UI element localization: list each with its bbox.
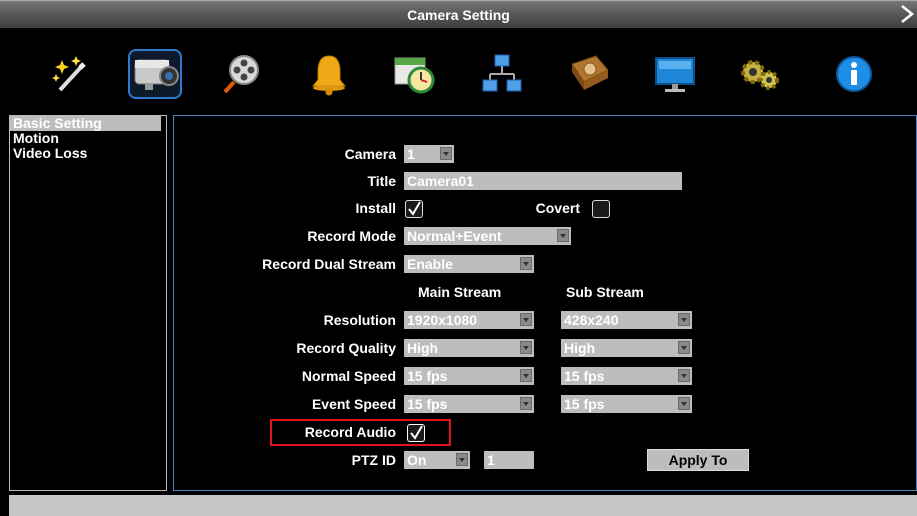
main-stream-header: Main Stream xyxy=(418,284,502,300)
storage-icon[interactable] xyxy=(562,49,616,99)
chevron-down-icon xyxy=(678,313,690,326)
record-quality-label: Record Quality xyxy=(296,340,396,356)
normal-speed-sub-value: 15 fps xyxy=(564,368,605,384)
record-mode-label: Record Mode xyxy=(307,228,396,244)
camera-value: 1 xyxy=(407,146,415,162)
normal-speed-sub-select[interactable]: 15 fps xyxy=(561,367,692,385)
chevron-down-icon xyxy=(520,313,532,326)
normal-speed-main-select[interactable]: 15 fps xyxy=(404,367,534,385)
ptz-id-value: On xyxy=(407,452,427,468)
install-checkbox[interactable] xyxy=(405,200,423,218)
title-input[interactable]: Camera01 xyxy=(404,172,682,190)
event-speed-label: Event Speed xyxy=(311,396,396,412)
camera-icon[interactable] xyxy=(128,49,182,99)
chevron-down-icon xyxy=(678,397,690,410)
install-label: Install xyxy=(355,200,396,216)
chevron-down-icon xyxy=(520,397,532,410)
event-speed-sub-value: 15 fps xyxy=(564,396,605,412)
ptz-id-label: PTZ ID xyxy=(351,452,396,468)
main-toolbar xyxy=(0,38,917,110)
sub-stream-header: Sub Stream xyxy=(566,284,644,300)
resolution-sub-value: 428x240 xyxy=(564,312,619,328)
ptz-id-number-input[interactable]: 1 xyxy=(484,451,534,469)
record-quality-sub-select[interactable]: High xyxy=(561,339,692,357)
covert-label: Covert xyxy=(535,200,580,216)
monitor-icon[interactable] xyxy=(648,49,702,99)
event-speed-main-value: 15 fps xyxy=(407,396,448,412)
settings-sidebar: Basic Setting Motion Video Loss xyxy=(9,115,167,491)
sidebar-item-basic-setting[interactable]: Basic Setting xyxy=(10,116,161,131)
close-icon[interactable] xyxy=(899,3,915,25)
status-bar xyxy=(9,495,917,516)
record-icon[interactable] xyxy=(215,49,269,99)
record-dual-stream-select[interactable]: Enable xyxy=(404,255,534,273)
record-dual-stream-label: Record Dual Stream xyxy=(262,256,396,272)
chevron-down-icon xyxy=(440,147,452,160)
record-audio-checkbox[interactable] xyxy=(407,424,425,442)
record-quality-main-select[interactable]: High xyxy=(404,339,534,357)
normal-speed-label: Normal Speed xyxy=(301,368,396,384)
resolution-main-value: 1920x1080 xyxy=(407,312,478,328)
checkmark-icon xyxy=(410,425,423,440)
record-quality-main-value: High xyxy=(407,340,439,356)
resolution-sub-select[interactable]: 428x240 xyxy=(561,311,692,329)
window-title: Camera Setting xyxy=(407,7,510,23)
record-mode-select[interactable]: Normal+Event xyxy=(404,227,571,245)
camera-label: Camera xyxy=(344,146,396,162)
wizard-icon[interactable] xyxy=(45,49,99,99)
chevron-down-icon xyxy=(678,341,690,354)
sidebar-item-video-loss[interactable]: Video Loss xyxy=(10,146,166,161)
event-speed-sub-select[interactable]: 15 fps xyxy=(561,395,692,413)
apply-to-button[interactable]: Apply To xyxy=(647,449,749,471)
record-mode-value: Normal+Event xyxy=(407,228,502,244)
resolution-label: Resolution xyxy=(323,312,396,328)
network-icon[interactable] xyxy=(475,49,529,99)
resolution-main-select[interactable]: 1920x1080 xyxy=(404,311,534,329)
bell-icon[interactable] xyxy=(302,49,356,99)
chevron-down-icon xyxy=(456,453,468,466)
normal-speed-main-value: 15 fps xyxy=(407,368,448,384)
chevron-down-icon xyxy=(520,341,532,354)
schedule-icon[interactable] xyxy=(387,49,441,99)
record-audio-label: Record Audio xyxy=(304,424,396,440)
sidebar-item-motion[interactable]: Motion xyxy=(10,131,166,146)
chevron-down-icon xyxy=(557,229,569,242)
ptz-id-select[interactable]: On xyxy=(404,451,470,469)
chevron-down-icon xyxy=(520,369,532,382)
info-icon[interactable] xyxy=(827,49,881,99)
camera-select[interactable]: 1 xyxy=(404,145,454,163)
record-dual-stream-value: Enable xyxy=(407,256,453,272)
covert-checkbox[interactable] xyxy=(592,200,610,218)
event-speed-main-select[interactable]: 15 fps xyxy=(404,395,534,413)
chevron-down-icon xyxy=(678,369,690,382)
checkmark-icon xyxy=(408,201,421,216)
system-settings-icon[interactable] xyxy=(733,49,787,99)
chevron-down-icon xyxy=(520,257,532,270)
record-quality-sub-value: High xyxy=(564,340,596,356)
title-bar: Camera Setting xyxy=(0,0,917,28)
title-label: Title xyxy=(367,173,396,189)
